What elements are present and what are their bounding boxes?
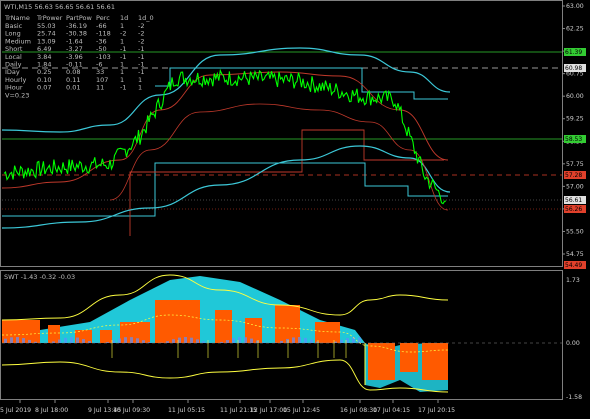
price-axis-label: 62.25 [566,26,584,33]
histogram-blue-bar [190,337,193,343]
histogram-blue-bar [226,340,229,343]
table-cell: 11 [96,84,104,92]
histogram-blue-bar [142,340,145,343]
table-header: PartPow [66,14,92,22]
table-header: Perc [96,14,110,22]
time-axis-label: 17 Jul 04:15 [373,407,410,414]
histogram-blue-bar [340,339,343,343]
channel-step-red [129,129,444,236]
histogram-blue-bar [16,337,19,343]
histogram-blue-bar [22,338,25,343]
time-axis-label: 16 Jul 08:30 [340,407,377,414]
histogram-blue-bar [58,339,61,343]
histogram-blue-bar [292,337,295,343]
indicator-axis-label: 1.73 [566,277,580,284]
histogram-blue-bar [232,338,235,343]
histogram-orange-bar [315,322,340,343]
histogram-blue-bar [178,337,181,343]
table-header: TrPower [36,14,63,22]
price-tag-label: 56.26 [565,206,582,213]
histogram-blue-bar [250,338,253,343]
price-tag-label: 56.61 [565,197,582,204]
indicator-title: SWT -1.43 -0.32 -0.03 [4,273,75,281]
chart-title: WTI,M15 56.63 56.65 56.61 56.61 [4,3,115,11]
histogram-blue-bar [118,338,121,343]
time-axis-label: 17 Jul 20:15 [418,407,455,414]
table-footer: V=0.23 [5,91,29,99]
histogram-blue-bar [304,337,307,343]
price-tag-label: 57.28 [565,172,582,179]
price-axis-label: 60.00 [566,93,584,100]
histogram-orange-bar [422,343,448,380]
indicator-axis-label: -1.58 [566,394,582,401]
histogram-blue-bar [70,337,73,343]
table-header: TrName [4,14,30,22]
time-axis-label: 12 Jul 17:00 [250,407,287,414]
time-axis-label: 8 Jul 18:00 [35,407,68,414]
histogram-blue-bar [28,339,31,343]
price-panel-frame [0,0,563,267]
chart-area[interactable]: WTI,M15 56.63 56.65 56.61 56.61 SWT -1.4… [0,0,590,419]
histogram-orange-bar [368,343,395,380]
histogram-blue-bar [64,337,67,343]
histogram-blue-bar [280,340,283,343]
time-axis-label: 11 Jul 05:15 [168,407,205,414]
histogram-blue-bar [76,337,79,343]
price-axis-label: 55.50 [566,228,584,235]
price-axis-label: 57.00 [566,183,584,190]
time-axis-label: 5 Jul 2019 [0,407,31,414]
histogram-blue-bar [244,337,247,343]
price-tag-label: 61.39 [565,49,582,56]
histogram-blue-bar [238,337,241,343]
histogram-blue-bar [4,338,7,343]
histogram-orange-bar [155,300,200,343]
histogram-blue-bar [184,337,187,343]
trend-table: TrName TrPower PartPow Perc 1d 1d_0Basic 55.03… [4,14,154,99]
price-axis-label: 54.75 [566,251,584,258]
table-header: 1d [120,14,128,22]
histogram-blue-bar [286,338,289,343]
histogram-orange-bar [215,310,232,343]
histogram-orange-bar [275,305,300,343]
table-cell: -1 [120,84,126,92]
histogram-blue-bar [256,340,259,343]
indicator-axis-label: 0.00 [566,340,580,347]
histogram-orange-bar [245,318,262,343]
histogram-blue-bar [112,340,115,343]
price-axis-label: 57.75 [566,161,584,168]
histogram-blue-bar [172,339,175,343]
histogram-blue-bar [10,337,13,343]
histogram-blue-bar [358,337,361,343]
time-axis-label: 15 Jul 12:45 [283,407,320,414]
price-axis-label: 63.00 [566,3,584,10]
table-cell: 0.01 [66,84,80,92]
histogram-orange-bar [400,343,418,372]
table-header: 1d_0 [138,14,154,22]
histogram-blue-bar [196,339,199,343]
histogram-orange-bar [2,320,40,343]
histogram-blue-bar [346,337,349,343]
histogram-blue-bar [136,338,139,343]
histogram-blue-bar [298,337,301,343]
time-axis-label: 10 Jul 09:30 [113,407,150,414]
histogram-blue-bar [310,339,313,343]
channel-lower-cyan [2,162,448,217]
histogram-blue-bar [124,337,127,343]
histogram-blue-bar [82,339,85,343]
histogram-orange-bar [100,330,112,343]
histogram-blue-bar [130,337,133,343]
price-axis-label: 59.25 [566,116,584,123]
price-tag-label: 60.98 [565,65,582,72]
price-tag-label: 58.53 [565,136,582,143]
table-cell: 0.07 [37,84,51,92]
table-cell: 1 [138,84,142,92]
price-tag-label: 54.49 [565,262,582,269]
